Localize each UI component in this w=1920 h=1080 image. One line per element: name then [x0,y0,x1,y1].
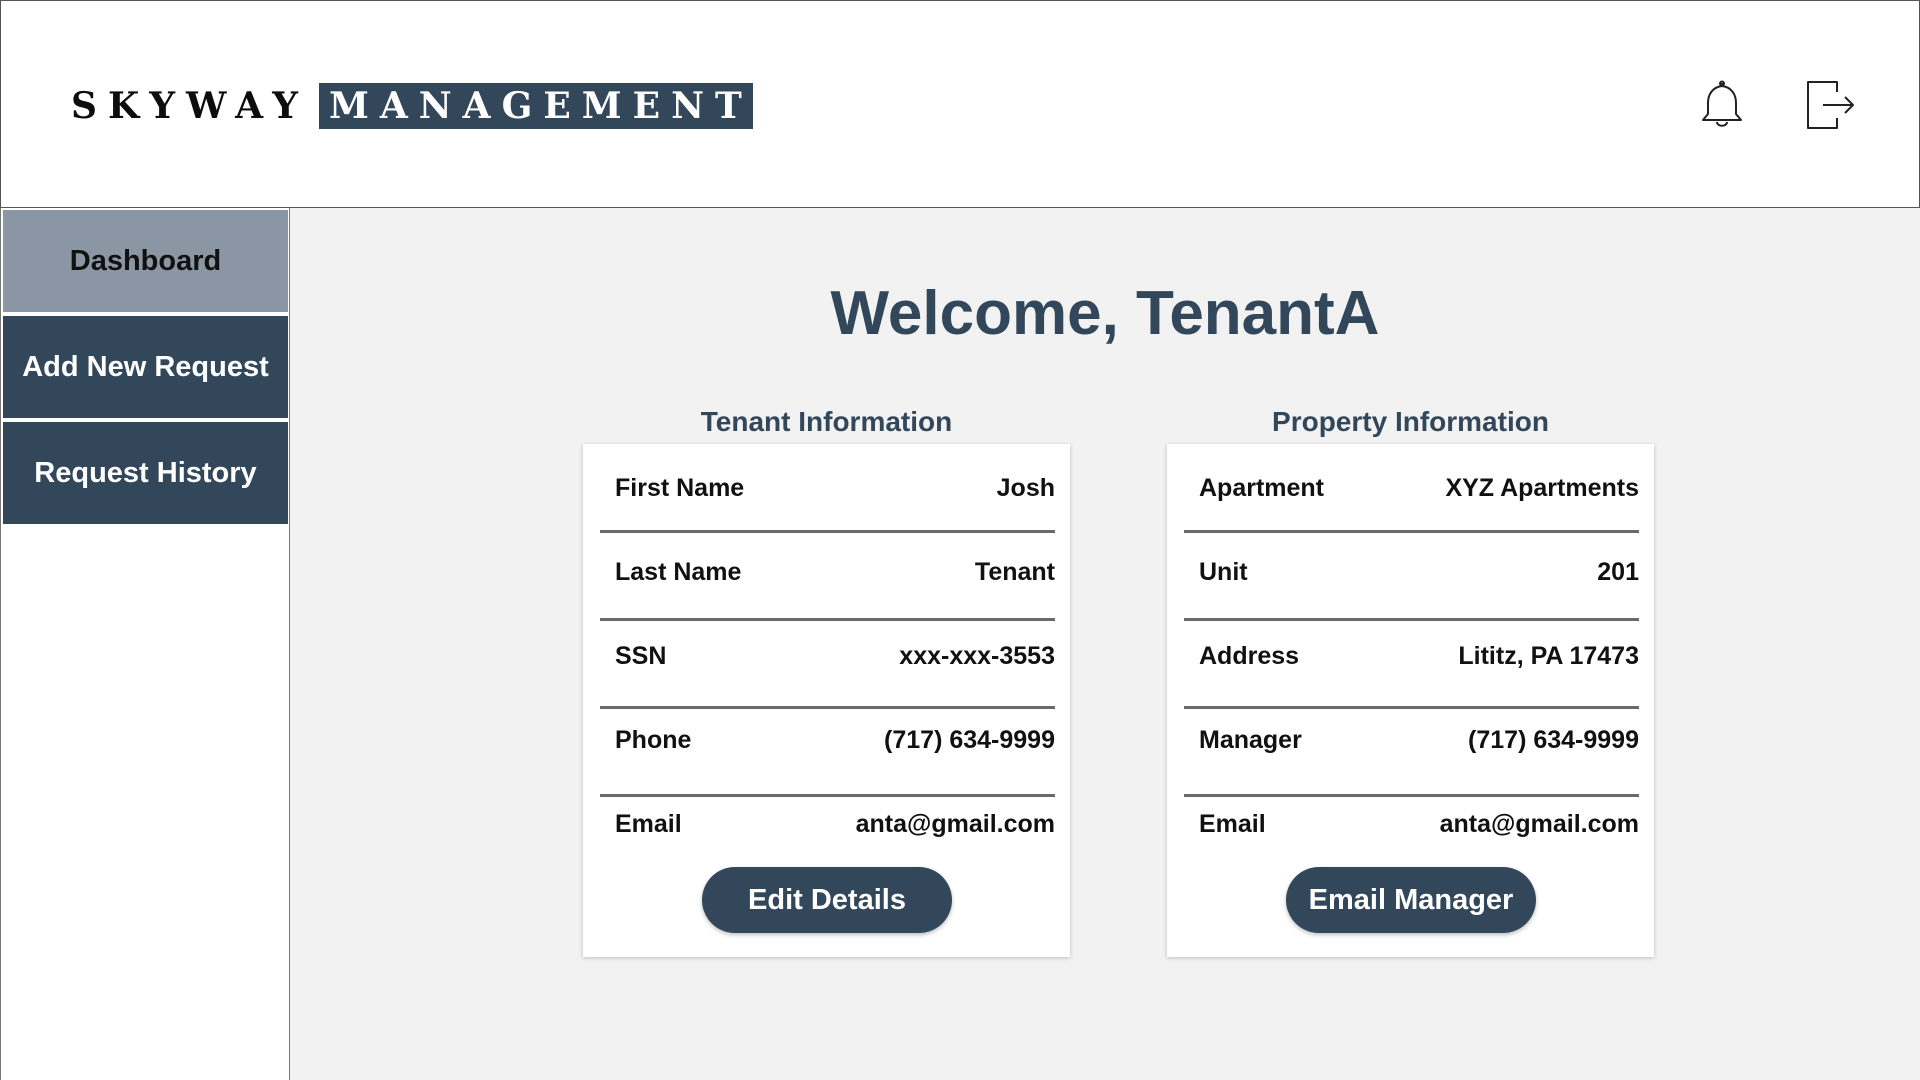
info-row-address: Address Lititz, PA 17473 [1184,636,1639,676]
info-label: First Name [615,473,745,502]
logo-word-management: MANAGEMENT [318,83,753,129]
info-row-last-name: Last Name Tenant [600,552,1055,592]
info-row-first-name: First Name Josh [600,468,1055,508]
bell-icon [1702,80,1742,127]
divider [1184,706,1639,709]
divider [1184,618,1639,621]
info-value: (717) 634-9999 [884,725,1055,754]
sidebar-item-label: Request History [34,456,257,489]
divider [600,794,1055,797]
divider [600,530,1055,533]
info-label: SSN [615,641,667,670]
sidebar-item-request-history[interactable]: Request History [3,422,288,524]
info-row-ssn: SSN xxx-xxx-3553 [600,636,1055,676]
page-title: Welcome, TenantA [830,279,1380,348]
sidebar-item-add-new-request[interactable]: Add New Request [3,316,288,418]
info-row-email: Email anta@gmail.com [1184,804,1639,844]
info-label: Last Name [615,557,742,586]
info-value: Lititz, PA 17473 [1458,641,1639,670]
logo-word-skyway: SKYWAY [71,85,309,127]
edit-details-button[interactable]: Edit Details [702,867,952,933]
logout-button[interactable] [1802,77,1858,133]
info-row-phone: Phone (717) 634-9999 [600,720,1055,760]
info-value: Josh [996,473,1055,502]
sidebar-item-label: Add New Request [22,350,269,383]
sidebar-item-dashboard[interactable]: Dashboard [3,210,288,312]
info-label: Email [1199,809,1266,838]
skyway-logo[interactable]: SKYWAY MANAGEMENT [71,83,753,129]
info-value: anta@gmail.com [1439,809,1639,838]
info-label: Email [615,809,682,838]
logout-icon [1807,81,1854,129]
app-header: SKYWAY MANAGEMENT [0,0,1920,208]
sidebar: Dashboard Add New Request Request Histor… [0,208,290,1080]
info-label: Manager [1199,725,1302,754]
info-value: xxx-xxx-3553 [899,641,1055,670]
divider [1184,530,1639,533]
property-info-title: Property Information [1272,406,1549,437]
info-value: anta@gmail.com [855,809,1055,838]
notifications-button[interactable] [1694,77,1750,133]
tenant-info-title: Tenant Information [700,406,953,437]
info-row-unit: Unit 201 [1184,552,1639,592]
divider [1184,794,1639,797]
info-label: Apartment [1199,473,1325,502]
sidebar-item-label: Dashboard [69,244,222,277]
info-value: (717) 634-9999 [1468,725,1639,754]
divider [600,706,1055,709]
info-label: Unit [1199,557,1248,586]
info-row-manager: Manager (717) 634-9999 [1184,720,1639,760]
info-label: Address [1199,641,1300,670]
info-value: 201 [1597,557,1639,586]
info-label: Phone [615,725,692,754]
info-value: XYZ Apartments [1445,473,1639,502]
email-manager-button[interactable]: Email Manager [1286,867,1536,933]
divider [600,618,1055,621]
info-row-apartment: Apartment XYZ Apartments [1184,468,1639,508]
info-row-email: Email anta@gmail.com [600,804,1055,844]
info-value: Tenant [974,557,1055,586]
tenant-info-card: First Name Josh Last Name Tenant SSN xxx… [583,444,1070,957]
property-info-card: Apartment XYZ Apartments Unit 201 Addres… [1167,444,1654,957]
